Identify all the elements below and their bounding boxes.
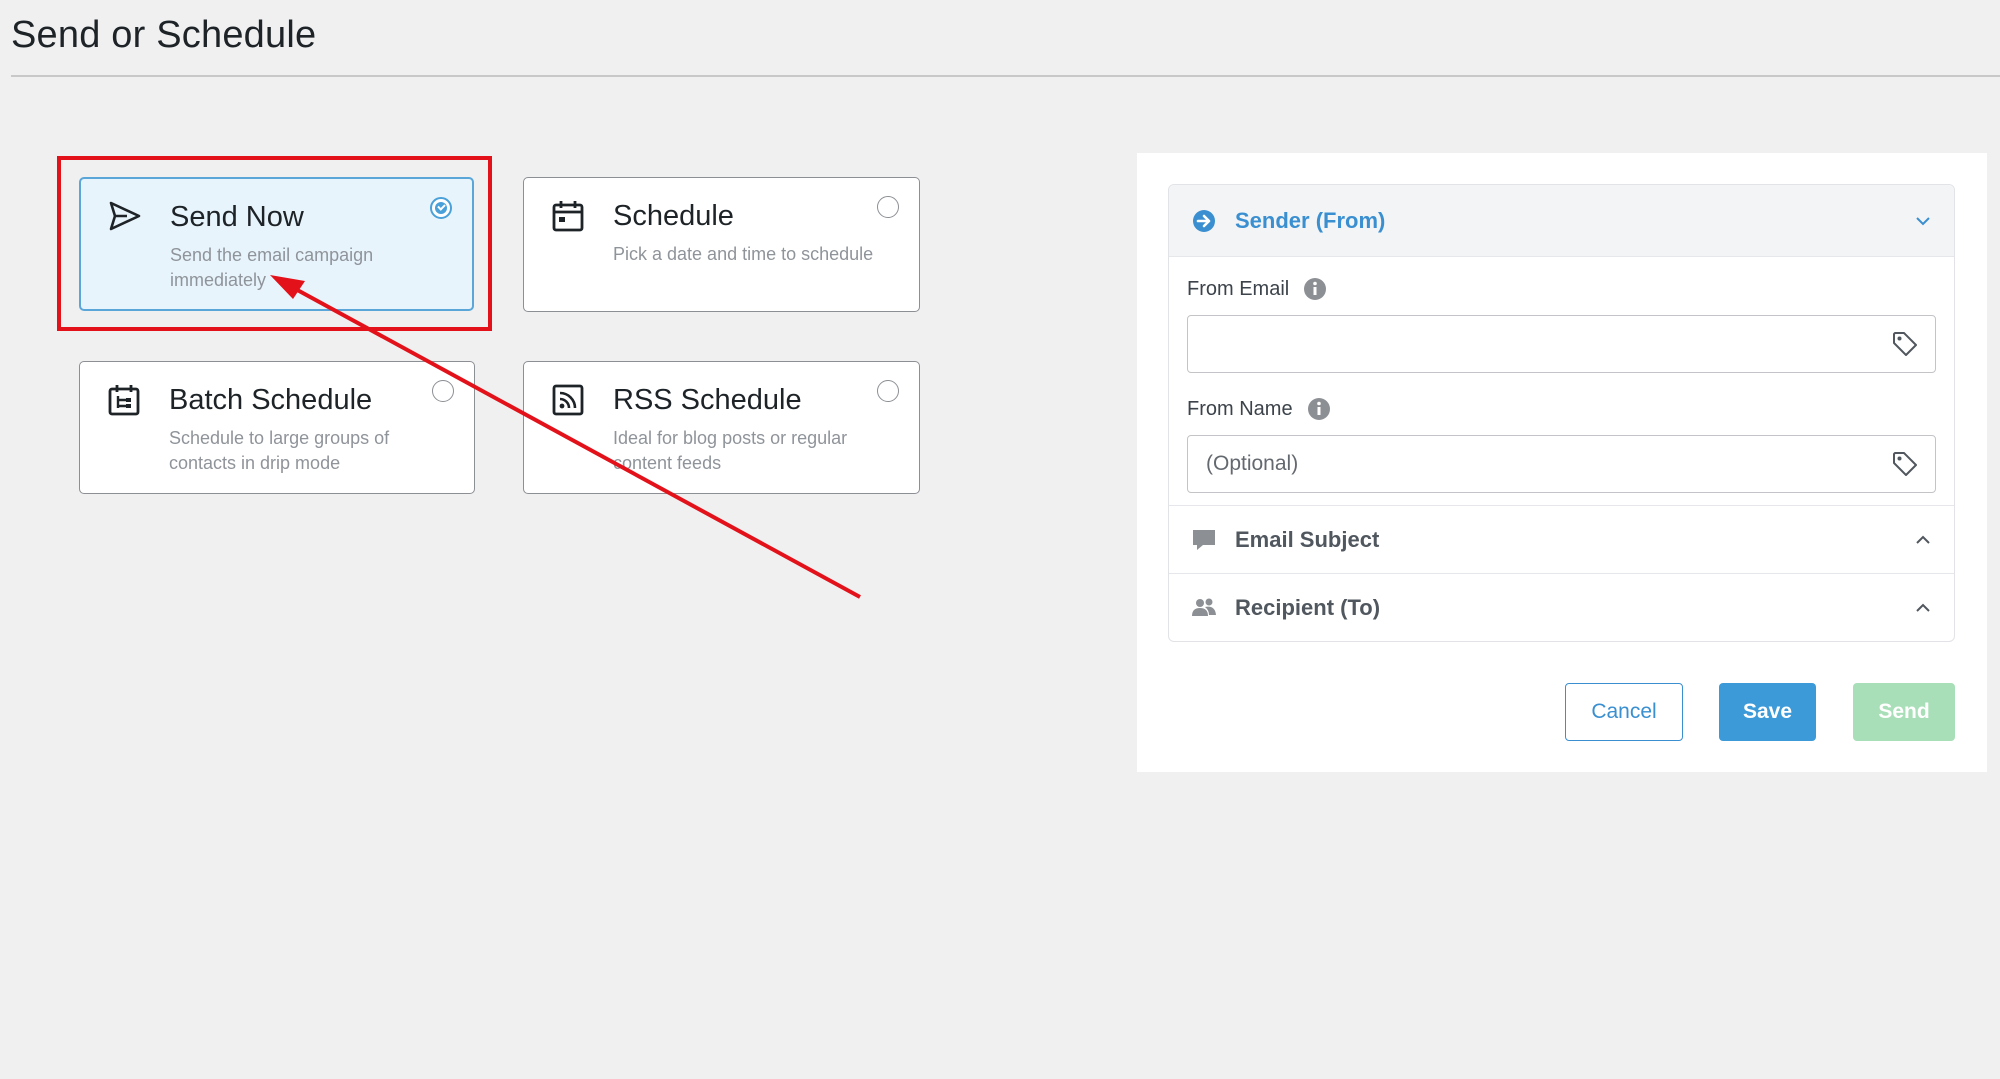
accordion-sender-body: From Email From Name bbox=[1169, 257, 1954, 505]
accordion-recipient-header[interactable]: Recipient (To) bbox=[1169, 573, 1954, 641]
send-button[interactable]: Send bbox=[1853, 683, 1955, 741]
from-name-label: From Name bbox=[1187, 395, 1936, 423]
option-title: Batch Schedule bbox=[169, 384, 373, 416]
option-title: RSS Schedule bbox=[613, 384, 802, 416]
tag-icon[interactable] bbox=[1891, 450, 1919, 478]
from-email-label: From Email bbox=[1187, 275, 1936, 303]
chevron-up-icon[interactable] bbox=[1914, 531, 1932, 549]
batch-calendar-icon bbox=[106, 382, 142, 418]
option-description: Pick a date and time to schedule bbox=[613, 244, 874, 264]
accordion-sender-header[interactable]: Sender (From) bbox=[1169, 185, 1954, 257]
chevron-down-icon[interactable] bbox=[1914, 212, 1932, 230]
send-icon bbox=[107, 199, 143, 235]
option-rss-schedule[interactable]: RSS Schedule Ideal for blog posts or reg… bbox=[523, 361, 920, 494]
option-title: Send Now bbox=[170, 201, 304, 233]
cancel-button[interactable]: Cancel bbox=[1565, 683, 1683, 741]
title-divider bbox=[11, 75, 2000, 77]
accordion-subject-header[interactable]: Email Subject bbox=[1169, 505, 1954, 573]
page-title: Send or Schedule bbox=[11, 14, 317, 56]
option-batch-schedule[interactable]: Batch Schedule Schedule to large groups … bbox=[79, 361, 475, 494]
option-send-now[interactable]: Send Now Send the email campaign immedia… bbox=[79, 177, 474, 311]
comment-icon bbox=[1191, 527, 1217, 553]
radio-unchecked[interactable] bbox=[877, 380, 899, 402]
calendar-icon bbox=[550, 198, 586, 234]
arrow-circle-right-icon bbox=[1191, 208, 1217, 234]
info-icon[interactable] bbox=[1303, 277, 1327, 301]
info-icon[interactable] bbox=[1307, 397, 1331, 421]
option-description: Send the email campaign immediately bbox=[170, 245, 374, 290]
option-description: Ideal for blog posts or regular content … bbox=[613, 428, 848, 473]
users-icon bbox=[1191, 595, 1217, 621]
from-email-field-wrapper bbox=[1187, 315, 1936, 373]
option-description: Schedule to large groups of contacts in … bbox=[169, 428, 390, 473]
campaign-settings-panel: Sender (From) From Email From Name (Opti… bbox=[1137, 153, 1987, 772]
from-name-field-wrapper bbox=[1187, 435, 1936, 493]
from-email-input[interactable] bbox=[1188, 316, 1866, 372]
from-email-label-text: From Email bbox=[1187, 277, 1290, 300]
save-button[interactable]: Save bbox=[1719, 683, 1816, 741]
radio-unchecked[interactable] bbox=[432, 380, 454, 402]
chevron-up-icon[interactable] bbox=[1914, 599, 1932, 617]
option-schedule[interactable]: Schedule Pick a date and time to schedul… bbox=[523, 177, 920, 312]
from-name-label-text: From Name bbox=[1187, 397, 1293, 420]
accordion-sender-title: Sender (From) bbox=[1235, 207, 1386, 233]
rss-icon bbox=[550, 382, 586, 418]
from-name-input[interactable] bbox=[1188, 436, 1866, 492]
settings-accordion: Sender (From) From Email From Name (Opti… bbox=[1168, 184, 1955, 642]
accordion-recipient-title: Recipient (To) bbox=[1235, 594, 1381, 620]
tag-icon[interactable] bbox=[1891, 330, 1919, 358]
option-title: Schedule bbox=[613, 200, 734, 232]
radio-unchecked[interactable] bbox=[877, 196, 899, 218]
accordion-subject-title: Email Subject bbox=[1235, 526, 1380, 552]
radio-checked[interactable] bbox=[430, 197, 452, 219]
